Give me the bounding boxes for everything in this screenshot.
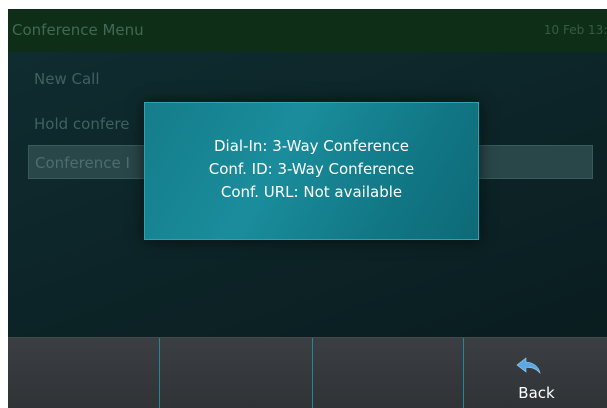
back-label: Back [518, 384, 555, 402]
back-arrow-icon [516, 357, 541, 374]
screen-title: Conference Menu [12, 21, 144, 39]
back-softkey[interactable]: Back [463, 338, 607, 408]
softkey-1[interactable] [8, 338, 159, 408]
date-time: 10 Feb 13:1 [543, 23, 607, 37]
menu-item-new-call[interactable]: New Call [28, 62, 593, 96]
phone-display-frame: Conference Menu 10 Feb 13:1 New Call Hol… [0, 0, 607, 408]
softkey-2[interactable] [159, 338, 312, 408]
conf-id-text: Conf. ID: 3-Way Conference [208, 160, 415, 178]
softkey-bar: Back [8, 337, 607, 408]
conference-info-popup: Dial-In: 3-Way Conference Conf. ID: 3-Wa… [144, 102, 479, 240]
dial-in-text: Dial-In: 3-Way Conference [213, 137, 409, 155]
phone-screen: Conference Menu 10 Feb 13:1 New Call Hol… [8, 9, 607, 408]
softkey-3[interactable] [312, 338, 463, 408]
conf-url-text: Conf. URL: Not available [220, 183, 403, 201]
title-bar: Conference Menu 10 Feb 13:1 [8, 9, 607, 52]
